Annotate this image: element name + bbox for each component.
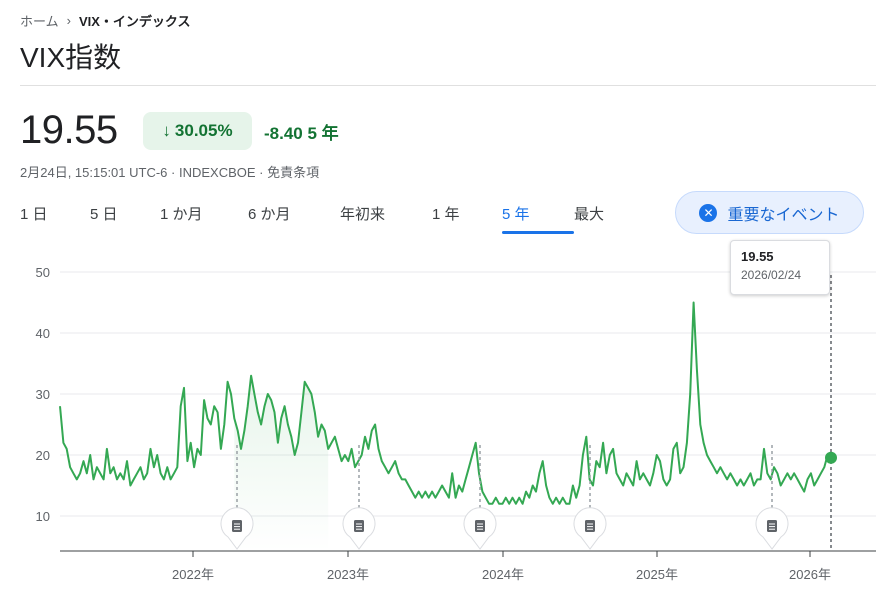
tab-range-6[interactable]: 5 年	[502, 203, 574, 234]
price-value: 19.55	[20, 108, 118, 152]
key-events-label: 重要なイベント	[727, 206, 840, 224]
x-tick-label: 2023年	[327, 567, 369, 582]
document-icon	[585, 520, 595, 532]
chevron-right-icon: ›	[66, 13, 71, 28]
breadcrumb: ホーム › VIX・インデックス	[20, 11, 191, 30]
x-tick-label: 2022年	[172, 567, 214, 582]
tab-range-3[interactable]: 6 か月	[248, 203, 340, 230]
change-percent: 30.05%	[174, 121, 233, 140]
y-tick-label: 30	[36, 387, 50, 402]
document-icon	[475, 520, 485, 532]
divider	[20, 85, 876, 86]
x-tick-label: 2026年	[789, 567, 831, 582]
endpoint-dot	[825, 451, 837, 464]
change-badge: ↓ 30.05%	[143, 112, 252, 150]
tooltip-date: 2026/02/24	[741, 268, 802, 282]
key-events-button[interactable]: ✕ 重要なイベント	[675, 191, 864, 234]
tab-range-1[interactable]: 5 日	[90, 203, 160, 230]
change-abs-value: -8.40	[264, 124, 303, 143]
y-tick-label: 20	[36, 448, 50, 463]
document-icon	[354, 520, 364, 532]
page-title: VIX指数	[20, 42, 122, 73]
x-tick-label: 2025年	[636, 567, 678, 582]
breadcrumb-current: VIX・インデックス	[78, 14, 191, 29]
tooltip-value: 19.55	[741, 249, 774, 264]
range-tabs: 1 日5 日1 か月 6 か月 年初来 1 年5 年最大	[20, 203, 634, 234]
close-circle-icon: ✕	[699, 203, 718, 222]
tab-range-4[interactable]: 年初来	[340, 203, 432, 230]
y-tick-label: 40	[36, 326, 50, 341]
x-tick-label: 2024年	[482, 567, 524, 582]
tab-range-7[interactable]: 最大	[574, 203, 634, 230]
change-period: 5 年	[307, 124, 339, 143]
breadcrumb-home[interactable]: ホーム	[20, 11, 59, 30]
tab-range-5[interactable]: 1 年	[432, 203, 502, 230]
tab-range-0[interactable]: 1 日	[20, 203, 90, 230]
chart-tooltip: 19.55 2026/02/24	[730, 240, 830, 295]
y-tick-label: 10	[36, 509, 50, 524]
arrow-down-icon: ↓	[162, 121, 171, 140]
y-tick-label: 50	[36, 265, 50, 280]
document-icon	[767, 520, 777, 532]
document-icon	[232, 520, 242, 532]
quote-meta: 2月24日, 15:15:01 UTC-6 · INDEXCBOE · 免責条項	[20, 165, 320, 180]
change-absolute: -8.40 5 年	[264, 119, 339, 144]
tab-range-2[interactable]: 1 か月	[160, 203, 248, 230]
